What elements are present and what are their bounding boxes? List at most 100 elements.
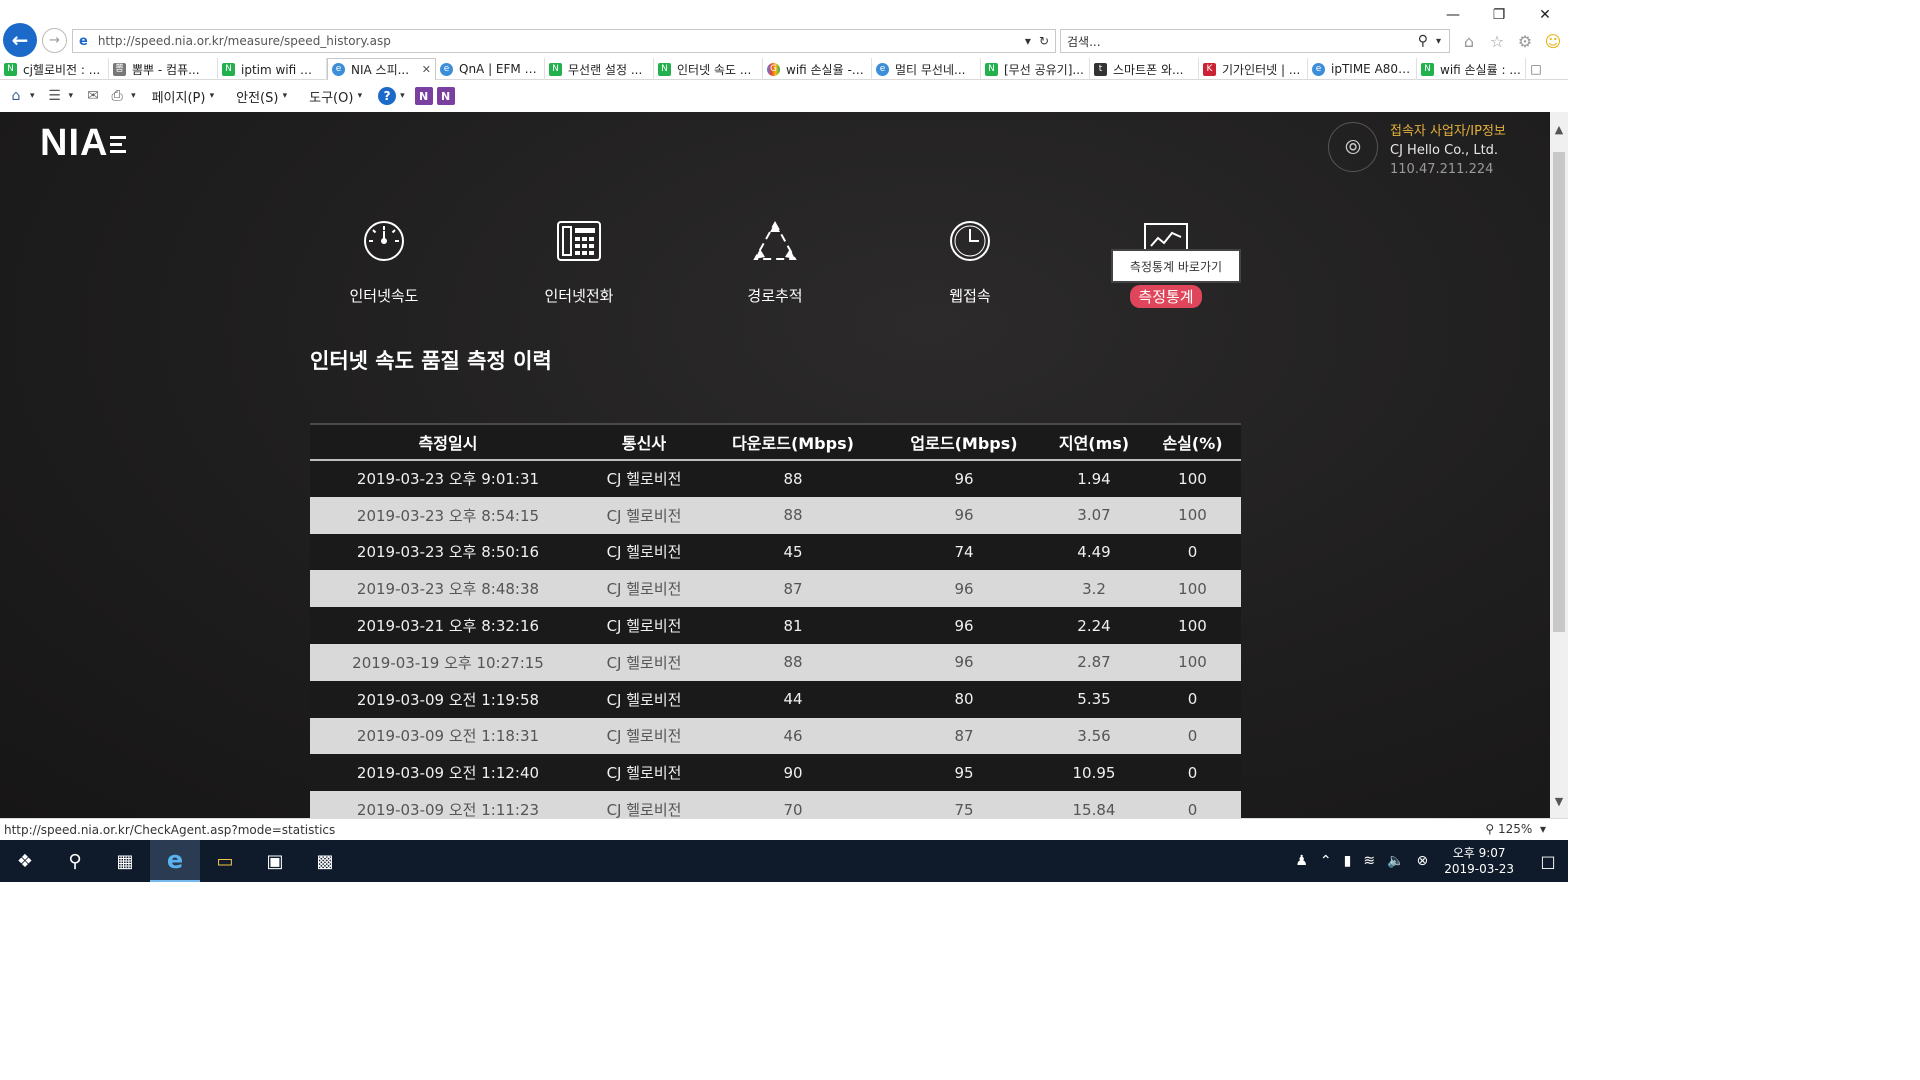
task-view-icon[interactable]: ▦ (100, 840, 150, 882)
wireless-signal-icon: ⦾ (1328, 122, 1378, 172)
forward-button[interactable]: → (42, 28, 67, 53)
browser-tab[interactable]: Nwifi 손실률 : ... (1417, 58, 1526, 80)
search-input[interactable]: 검색... (1067, 33, 1418, 50)
help-dropdown-icon[interactable]: ▾ (400, 91, 405, 101)
back-button[interactable]: ← (3, 23, 37, 57)
store-icon[interactable]: ▣ (250, 840, 300, 882)
windows-start-icon[interactable]: ❖ (0, 840, 50, 882)
nav-web-access[interactable]: 웹접속 (890, 212, 1050, 306)
home-icon[interactable]: ⌂ (6, 86, 26, 106)
isp-info: ⦾ 접속자 사업자/IP정보 CJ Hello Co., Ltd. 110.47… (1328, 122, 1506, 179)
browser-tab[interactable]: N [무선 공유기]... (981, 58, 1090, 80)
browser-tab[interactable]: t 스마트폰 와... (1090, 58, 1199, 80)
isp-heading: 접속자 사업자/IP정보 (1390, 124, 1506, 139)
table-cell: 90 (702, 754, 884, 792)
nav-internet-phone[interactable]: 인터넷전화 (499, 212, 659, 306)
scroll-up-icon[interactable]: ▲ (1550, 120, 1568, 138)
table-cell: CJ 헬로비전 (586, 791, 702, 818)
dropdown-icon[interactable]: ▾ (1025, 34, 1031, 48)
chevron-up-icon[interactable]: ⌃ (1320, 853, 1332, 869)
battery-icon[interactable]: ▮ (1344, 853, 1352, 869)
feedback-smiley-icon[interactable]: ☺ (1542, 29, 1564, 53)
onenote-linked-icon[interactable]: N (436, 87, 455, 105)
print-icon[interactable]: ⎙ (107, 86, 127, 106)
table-row: 2019-03-09 오전 1:11:23 CJ 헬로비전 70 75 15.84 0 (310, 791, 1241, 818)
safety-menu[interactable]: 안전(S) ▾ (236, 87, 293, 106)
address-url[interactable]: http://speed.nia.or.kr/measure/speed_his… (98, 34, 1025, 48)
home-dropdown-icon[interactable]: ▾ (30, 91, 35, 101)
table-row: 2019-03-09 오전 1:18:31 CJ 헬로비전 46 87 3.56 0 (310, 717, 1241, 755)
nav-internet-speed[interactable]: 인터넷속도 (304, 212, 464, 306)
tab-favicon-icon: N (222, 62, 235, 76)
rss-feed-icon[interactable]: ☰ (45, 86, 65, 106)
browser-tab[interactable]: N 인터넷 속도 ... (654, 58, 763, 80)
page-menu[interactable]: 페이지(P) ▾ (152, 87, 221, 106)
help-icon[interactable]: ? (378, 87, 397, 105)
internet-explorer-icon[interactable]: e (150, 840, 200, 882)
minimize-icon[interactable]: — (1430, 2, 1476, 28)
mail-icon[interactable]: ✉ (83, 86, 103, 106)
vertical-scrollbar[interactable]: ▲ ▼ (1550, 112, 1568, 818)
volume-muted-icon[interactable]: 🔈 (1387, 853, 1404, 869)
wifi-icon[interactable]: ≋ (1363, 853, 1375, 869)
column-header: 지연(ms) (1044, 424, 1144, 460)
browser-tab[interactable]: Gwifi 손실율 - ... (763, 58, 872, 80)
zoom-control[interactable]: ⚲ 125% ▾ (1485, 822, 1546, 836)
feed-dropdown-icon[interactable]: ▾ (69, 91, 74, 101)
restore-icon[interactable]: ❐ (1476, 2, 1522, 28)
tab-label: QnA | EFM - ... (459, 62, 540, 76)
table-cell: 2019-03-23 오후 8:48:38 (310, 570, 586, 608)
search-box[interactable]: 검색... ⚲ ▾ (1060, 29, 1450, 53)
new-tab-icon[interactable]: □ (1526, 58, 1546, 80)
tools-menu[interactable]: 도구(O) ▾ (309, 87, 368, 106)
favorites-star-icon[interactable]: ☆ (1486, 29, 1508, 53)
nav-route-trace[interactable]: 경로추적 (695, 212, 855, 306)
tab-favicon-icon: N (4, 62, 17, 76)
browser-tab[interactable]: e NIA 스피... ✕ (327, 58, 436, 80)
browser-tab[interactable]: Ncj헬로비전 : ... (0, 58, 109, 80)
table-cell: 10.95 (1044, 754, 1144, 792)
close-icon[interactable]: ✕ (1522, 2, 1568, 28)
tab-label: [무선 공유기]... (1004, 62, 1084, 77)
scroll-thumb[interactable] (1553, 152, 1565, 632)
browser-tab[interactable]: e QnA | EFM - ... (436, 58, 545, 80)
clock[interactable]: 오후 9:07 2019-03-23 (1444, 845, 1514, 877)
home-icon[interactable]: ⌂ (1458, 29, 1480, 53)
table-cell: 2019-03-21 오후 8:32:16 (310, 607, 586, 644)
search-dropdown-icon[interactable]: ▾ (1436, 36, 1441, 47)
settings-gear-icon[interactable]: ⚙ (1514, 29, 1536, 53)
notification-x-icon[interactable]: ⊗ (1417, 853, 1429, 869)
tab-favicon-icon: e (440, 62, 453, 76)
browser-tab[interactable]: N 무선랜 설정 ... (545, 58, 654, 80)
ie-page-icon: e (79, 33, 88, 49)
table-cell: 96 (884, 460, 1044, 497)
refresh-icon[interactable]: ↻ (1039, 34, 1049, 48)
search-icon[interactable]: ⚲ (50, 840, 100, 882)
table-cell: 96 (884, 496, 1044, 534)
browser-tab[interactable]: e 멀티 무선네... (872, 58, 981, 80)
print-dropdown-icon[interactable]: ▾ (131, 91, 136, 101)
search-icon[interactable]: ⚲ (1418, 33, 1428, 49)
browser-tab[interactable]: 뽐 뽐뿌 - 컴퓨... (109, 58, 218, 80)
table-cell: 2019-03-19 오후 10:27:15 (310, 643, 586, 681)
chevron-down-icon: ▾ (357, 91, 363, 101)
action-center-icon[interactable]: □ (1528, 840, 1568, 882)
nav-label: 측정통계 (1130, 285, 1202, 308)
browser-tab[interactable]: K 기가인터넷 | ... (1199, 58, 1308, 80)
column-header: 통신사 (586, 424, 702, 460)
nia-logo[interactable]: NIA (40, 122, 127, 165)
terminal-icon[interactable]: ▩ (300, 840, 350, 882)
tab-close-icon[interactable]: ✕ (422, 63, 431, 76)
scroll-down-icon[interactable]: ▼ (1550, 792, 1568, 810)
onenote-icon[interactable]: N (414, 87, 433, 105)
zoom-level: 125% (1498, 822, 1533, 836)
zoom-icon: ⚲ (1485, 822, 1495, 836)
people-icon[interactable]: ♟ (1295, 853, 1308, 869)
table-cell: 2019-03-09 오전 1:12:40 (310, 754, 586, 792)
browser-tab[interactable]: Niptim wifi 손... (218, 58, 327, 80)
table-cell: CJ 헬로비전 (586, 643, 702, 681)
file-explorer-icon[interactable]: ▭ (200, 840, 250, 882)
page-title: 인터넷 속도 품질 측정 이력 (310, 349, 552, 373)
browser-tab[interactable]: e ipTIME A800... (1308, 58, 1417, 80)
address-bar[interactable]: e http://speed.nia.or.kr/measure/speed_h… (72, 29, 1056, 53)
